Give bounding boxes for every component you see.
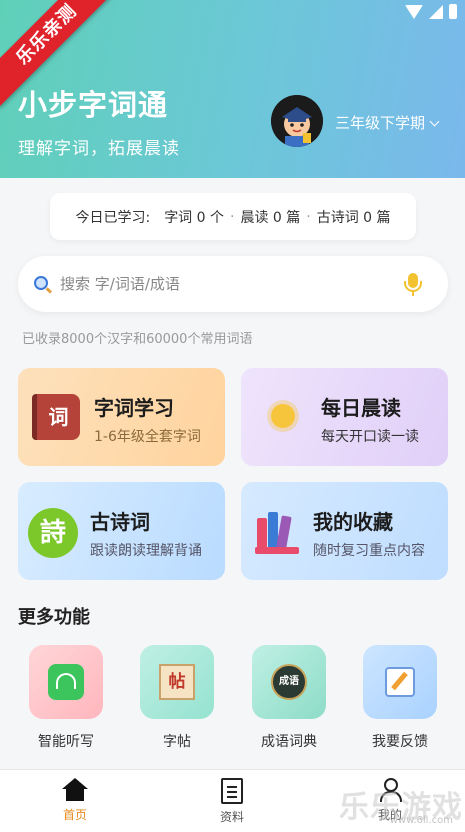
nav-label: 首页 <box>62 808 87 822</box>
poems-count: 古诗词 0 篇 <box>316 209 391 226</box>
tool-icon-box: 成语 <box>252 645 326 719</box>
battery-icon <box>449 4 457 19</box>
nav-label: 资料 <box>219 810 244 824</box>
card-title: 字词学习 <box>94 396 174 420</box>
tool-label: 字帖 <box>163 734 191 750</box>
card-desc: 跟读朗读理解背诵 <box>90 543 202 559</box>
tool-icon-box <box>29 645 103 719</box>
book-icon: 词 <box>32 394 80 440</box>
app-subtitle: 理解字词，拓展晨读 <box>18 139 180 159</box>
search-icon <box>34 276 48 290</box>
today-label: 今日已学习: <box>75 209 151 226</box>
tool-copybook[interactable]: 帖 字帖 <box>139 645 215 751</box>
tool-icon-box <box>363 645 437 719</box>
reading-count: 晨读 0 篇 <box>240 209 301 226</box>
card-favorites[interactable]: 我的收藏 随时复习重点内容 <box>241 482 448 580</box>
nav-materials[interactable]: 资料 <box>192 778 272 825</box>
card-desc: 1-6年级全套字词 <box>94 429 201 445</box>
tool-dictation[interactable]: 智能听写 <box>28 645 104 751</box>
books-icon <box>255 510 299 554</box>
tool-feedback[interactable]: 我要反馈 <box>362 645 438 751</box>
nav-home[interactable]: 首页 <box>35 778 115 823</box>
card-title: 每日晨读 <box>321 396 401 420</box>
tool-idiom-dictionary[interactable]: 成语 成语词典 <box>251 645 327 751</box>
card-desc: 随时复习重点内容 <box>313 543 425 559</box>
document-icon <box>221 778 243 804</box>
home-icon <box>62 778 88 802</box>
idiom-icon: 成语 <box>271 664 307 700</box>
words-count: 字词 0 个 <box>164 209 224 226</box>
watermark-url: www.6ll.com <box>389 815 453 826</box>
tool-label: 我要反馈 <box>372 734 428 750</box>
collection-note: 已收录8000个汉字和60000个常用词语 <box>22 332 253 347</box>
tool-label: 智能听写 <box>38 734 94 750</box>
card-title: 我的收藏 <box>313 510 393 534</box>
card-morning-reading[interactable]: 每日晨读 每天开口读一读 <box>241 368 448 466</box>
chevron-down-icon <box>429 116 440 127</box>
copybook-icon: 帖 <box>159 664 195 700</box>
search-bar[interactable] <box>18 256 448 312</box>
headphones-icon <box>48 664 84 700</box>
status-bar <box>405 4 457 19</box>
wifi-icon <box>405 4 423 19</box>
edit-icon <box>385 667 415 697</box>
tool-label: 成语词典 <box>261 734 317 750</box>
separator: · <box>230 208 235 225</box>
separator: · <box>306 208 311 225</box>
search-input[interactable] <box>60 270 390 298</box>
poem-icon: 詩 <box>28 508 78 558</box>
card-title: 古诗词 <box>90 510 150 534</box>
today-stats: 今日已学习: 字词 0 个 · 晨读 0 篇 · 古诗词 0 篇 <box>50 193 416 240</box>
card-ancient-poems[interactable]: 詩 古诗词 跟读朗读理解背诵 <box>18 482 225 580</box>
signal-icon <box>429 4 443 19</box>
microphone-icon[interactable] <box>404 273 422 296</box>
tool-icon-box: 帖 <box>140 645 214 719</box>
more-features-title: 更多功能 <box>18 607 90 628</box>
app-title: 小步字词通 <box>18 88 169 122</box>
grade-label: 三年级下学期 <box>335 114 426 132</box>
grade-selector[interactable]: 三年级下学期 <box>335 112 440 133</box>
sun-icon <box>271 404 295 428</box>
card-word-study[interactable]: 词 字词学习 1-6年级全套字词 <box>18 368 225 466</box>
avatar[interactable] <box>271 95 323 147</box>
card-desc: 每天开口读一读 <box>321 429 419 445</box>
